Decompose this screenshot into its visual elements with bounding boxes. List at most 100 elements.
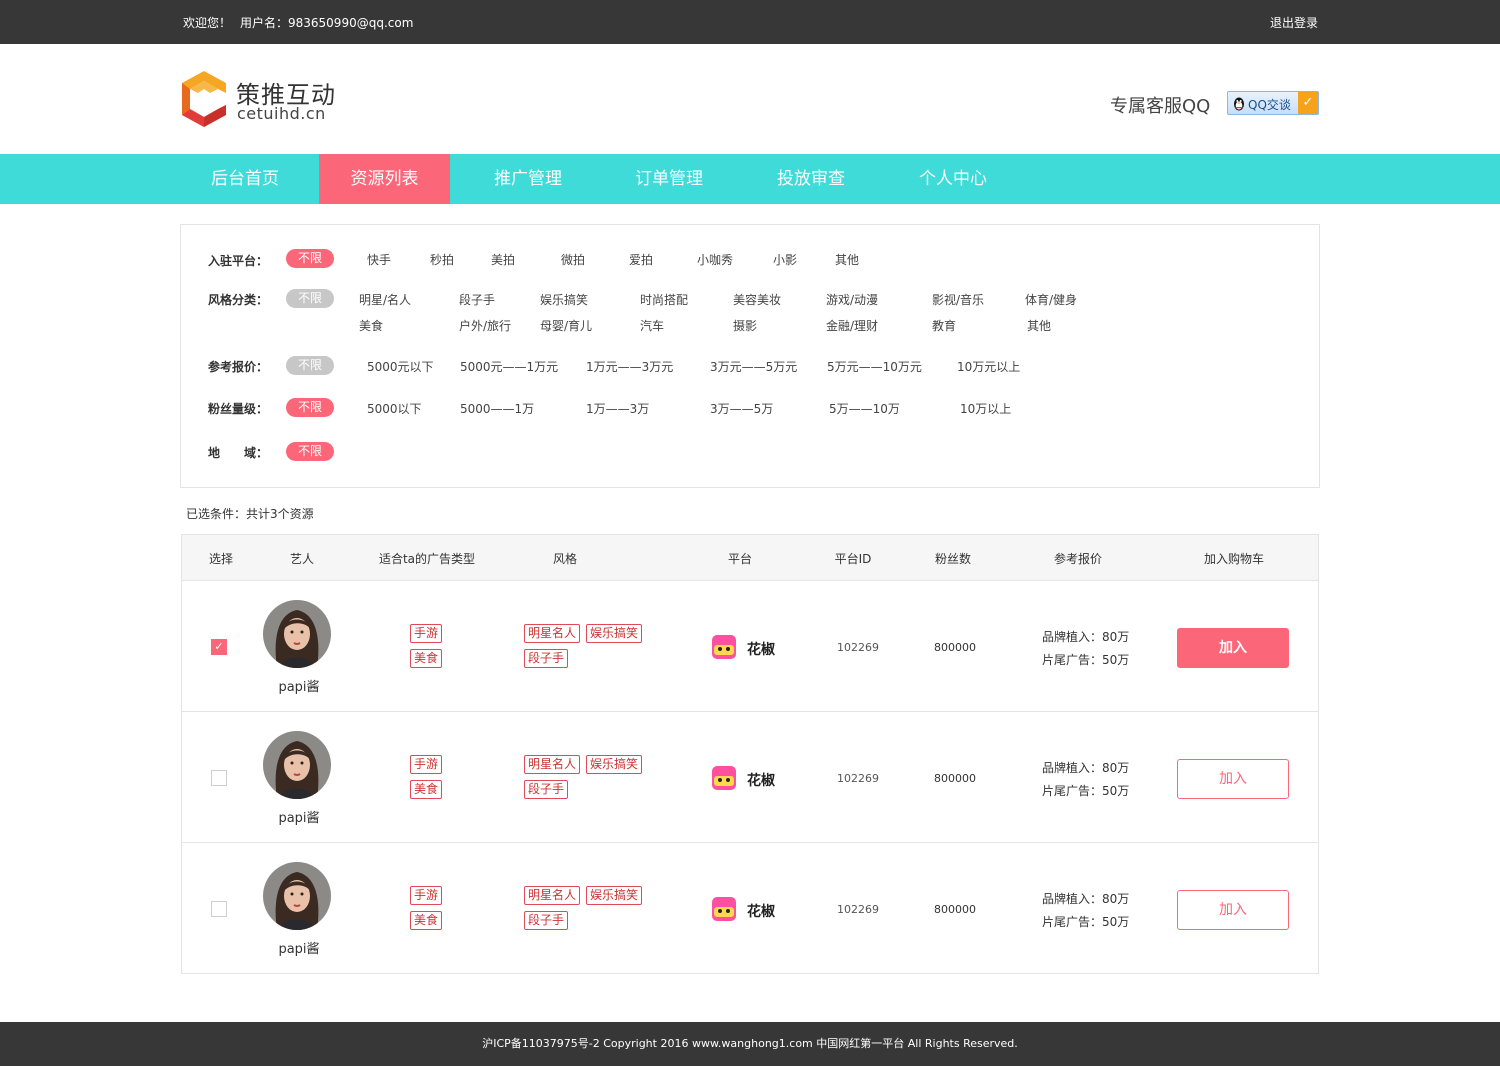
filter-option[interactable]: 段子手 <box>459 291 495 308</box>
row-checkbox[interactable] <box>211 770 227 786</box>
qq-chat-button[interactable]: QQ交谈 ✓ <box>1227 91 1319 115</box>
column-header: 加入购物车 <box>1203 552 1265 566</box>
filter-option[interactable]: 汽车 <box>640 317 664 334</box>
filter-option[interactable]: 3万元——5万元 <box>710 358 797 375</box>
filter-region-all[interactable]: 不限 <box>286 442 334 461</box>
style-tag: 段子手 <box>524 649 569 668</box>
platform-id: 102269 <box>837 772 879 785</box>
filter-option[interactable]: 爱拍 <box>629 251 653 268</box>
filter-platform-all[interactable]: 不限 <box>286 249 334 268</box>
artist-name: papi酱 <box>278 811 320 826</box>
filter-option[interactable]: 5000——1万 <box>460 400 534 417</box>
nav-item-orders[interactable]: 订单管理 <box>604 154 734 204</box>
filter-option[interactable]: 美食 <box>359 317 383 334</box>
filter-option[interactable]: 教育 <box>932 317 956 334</box>
checkmark-icon: ✓ <box>1298 92 1318 114</box>
main-nav: 后台首页 资源列表 推广管理 订单管理 投放审查 个人中心 <box>0 154 1500 204</box>
style-tag: 明星名人 <box>524 624 581 643</box>
filter-option[interactable]: 3万——5万 <box>710 400 773 417</box>
ad-type-tag: 手游 <box>410 886 443 905</box>
filter-style-all[interactable]: 不限 <box>286 289 334 308</box>
huajiao-icon <box>712 635 736 659</box>
artist-avatar <box>263 731 331 799</box>
filter-option[interactable]: 快手 <box>367 251 391 268</box>
fans-count: 800000 <box>934 772 976 785</box>
logout-link[interactable]: 退出登录 <box>1270 14 1318 31</box>
nav-item-resources[interactable]: 资源列表 <box>319 154 450 204</box>
filter-option[interactable]: 微拍 <box>561 251 585 268</box>
filter-option[interactable]: 时尚搭配 <box>640 291 688 308</box>
nav-item-promotion[interactable]: 推广管理 <box>463 154 593 204</box>
filter-platform-label: 入驻平台： <box>208 254 269 268</box>
filter-option[interactable]: 5000以下 <box>367 400 422 417</box>
filter-option[interactable]: 娱乐搞笑 <box>540 291 588 308</box>
nav-item-review[interactable]: 投放审查 <box>746 154 876 204</box>
add-to-cart-button[interactable]: 加入 <box>1177 759 1289 799</box>
style-tag: 娱乐搞笑 <box>586 755 643 774</box>
add-to-cart-button[interactable]: 加入 <box>1177 628 1289 668</box>
site-header: 策推互动 cetuihd.cn 专属客服QQ QQ交谈 ✓ <box>0 44 1500 154</box>
price-brand: 品牌植入：80万 <box>1042 892 1130 906</box>
filter-option[interactable]: 10万元以上 <box>957 358 1020 375</box>
ad-type-tag: 美食 <box>410 780 443 799</box>
filter-option[interactable]: 美容美妆 <box>733 291 781 308</box>
filter-option[interactable]: 明星/名人 <box>359 291 411 308</box>
filter-option[interactable]: 母婴/育儿 <box>540 317 592 334</box>
filter-price-label: 参考报价： <box>208 360 269 374</box>
artist-name: papi酱 <box>278 942 320 957</box>
nav-item-profile[interactable]: 个人中心 <box>888 154 1018 204</box>
add-to-cart-button[interactable]: 加入 <box>1177 890 1289 930</box>
price-end-ad: 片尾广告：50万 <box>1042 653 1130 667</box>
platform-name: 花椒 <box>747 773 775 789</box>
row-checkbox[interactable]: ✓ <box>211 639 227 655</box>
filter-option[interactable]: 5万元——10万元 <box>827 358 922 375</box>
filter-option[interactable]: 户外/旅行 <box>459 317 511 334</box>
ad-type-tag: 美食 <box>410 911 443 930</box>
filter-price-all[interactable]: 不限 <box>286 356 334 375</box>
username-text: 用户名：983650990@qq.com <box>240 16 414 30</box>
top-bar: 欢迎您！ 用户名：983650990@qq.com 退出登录 <box>0 0 1500 44</box>
platform-name: 花椒 <box>747 904 775 920</box>
welcome-text: 欢迎您！ <box>183 16 232 30</box>
filter-option[interactable]: 秒拍 <box>430 251 454 268</box>
filter-option[interactable]: 小咖秀 <box>697 251 733 268</box>
site-footer: 沪ICP备11037975号-2 Copyright 2016 www.wang… <box>0 1022 1500 1066</box>
style-tag: 娱乐搞笑 <box>586 624 643 643</box>
qq-penguin-icon <box>1234 97 1244 111</box>
filter-option[interactable]: 5000元——1万元 <box>460 358 558 375</box>
filter-option[interactable]: 游戏/动漫 <box>826 291 878 308</box>
filter-style-label: 风格分类： <box>208 293 269 307</box>
table-row: papi酱 手游 美食 明星名人 娱乐搞笑 段子手 花椒 102269 8000… <box>182 712 1318 843</box>
price-end-ad: 片尾广告：50万 <box>1042 784 1130 798</box>
filter-option[interactable]: 影视/音乐 <box>932 291 984 308</box>
filter-option[interactable]: 1万元——3万元 <box>586 358 673 375</box>
qq-service-label: 专属客服QQ <box>1110 96 1211 117</box>
filter-option[interactable]: 其他 <box>835 251 859 268</box>
row-checkbox[interactable] <box>211 901 227 917</box>
nav-item-home[interactable]: 后台首页 <box>180 154 310 204</box>
column-header: 选择 <box>208 552 234 566</box>
filter-option[interactable]: 摄影 <box>733 317 757 334</box>
table-row: ✓ papi酱 手游 美食 明星名人 娱乐搞笑 段子手 花椒 102269 80… <box>182 581 1318 712</box>
filter-option[interactable]: 金融/理财 <box>826 317 878 334</box>
filter-fans-all[interactable]: 不限 <box>286 398 334 417</box>
filter-option[interactable]: 美拍 <box>491 251 515 268</box>
column-header: 适合ta的广告类型 <box>378 552 476 566</box>
filter-option[interactable]: 其他 <box>1027 317 1051 334</box>
filter-option[interactable]: 小影 <box>773 251 797 268</box>
ad-type-tag: 手游 <box>410 624 443 643</box>
artist-name: papi酱 <box>278 680 320 695</box>
filter-option[interactable]: 1万——3万 <box>586 400 649 417</box>
style-tag: 段子手 <box>524 911 569 930</box>
filter-option[interactable]: 10万以上 <box>960 400 1011 417</box>
price-end-ad: 片尾广告：50万 <box>1042 915 1130 929</box>
style-tag: 娱乐搞笑 <box>586 886 643 905</box>
filter-option[interactable]: 5万——10万 <box>829 400 900 417</box>
filter-option[interactable]: 体育/健身 <box>1025 291 1077 308</box>
price-brand: 品牌植入：80万 <box>1042 761 1130 775</box>
column-header: 艺人 <box>289 552 315 566</box>
style-tag: 段子手 <box>524 780 569 799</box>
huajiao-icon <box>712 766 736 790</box>
qq-chat-label: QQ交谈 <box>1248 98 1291 112</box>
filter-option[interactable]: 5000元以下 <box>367 358 434 375</box>
